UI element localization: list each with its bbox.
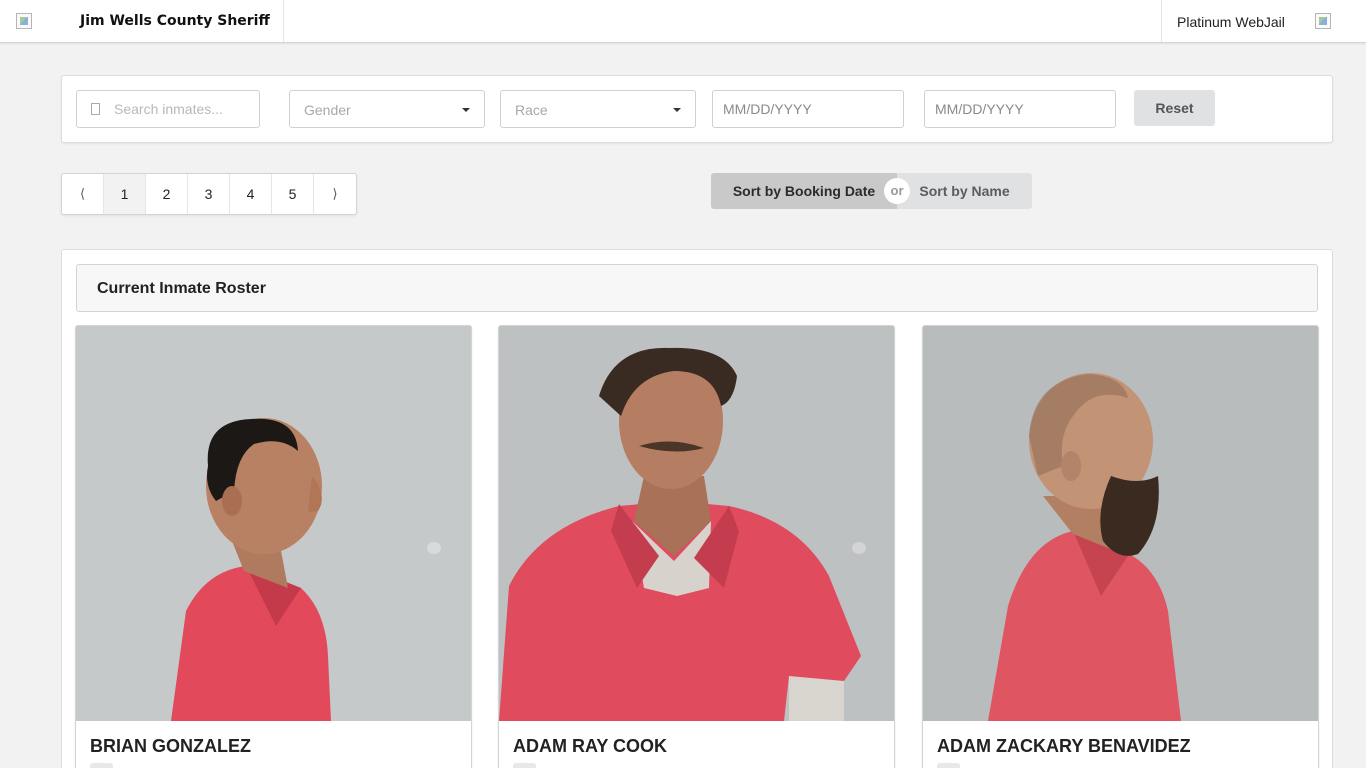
sort-by-name-button[interactable]: Sort by Name [897,173,1032,209]
inmate-name[interactable]: BRIAN GONZALEZ [90,736,251,757]
mugshot-profile-illustration [923,326,1318,721]
inmate-name[interactable]: ADAM RAY COOK [513,736,667,757]
date-to-field [924,90,1116,128]
page-button[interactable]: 4 [230,174,272,214]
or-divider: or [884,178,910,204]
prev-page-button[interactable]: ⟨ [62,174,104,214]
page-button[interactable]: 3 [188,174,230,214]
booking-id-badge [937,763,961,768]
search-field [76,90,260,128]
booking-id-badge [90,763,114,768]
filter-panel: Gender Race Reset [61,75,1333,143]
page-button[interactable]: 2 [146,174,188,214]
chevron-down-icon [673,108,681,112]
gender-select-label: Gender [304,102,351,118]
gender-select[interactable]: Gender [289,90,485,128]
mugshot-profile-illustration [76,326,471,721]
product-logo-image[interactable] [1315,13,1331,29]
booking-id-badge [513,763,537,768]
inmate-card[interactable]: BRIAN GONZALEZ [75,325,472,768]
inmate-name[interactable]: ADAM ZACKARY BENAVIDEZ [937,736,1191,757]
product-name[interactable]: Platinum WebJail [1177,14,1285,30]
agency-logo-image[interactable] [16,13,32,29]
inmate-card[interactable]: ADAM RAY COOK [498,325,895,768]
roster-header: Current Inmate Roster [76,264,1318,312]
next-page-button[interactable]: ⟩ [314,174,356,214]
inmate-photo[interactable] [923,326,1318,721]
chevron-down-icon [462,108,470,112]
race-select-label: Race [515,102,548,118]
date-from-input[interactable] [713,91,903,127]
agency-name[interactable]: Jim Wells County Sheriff [80,13,270,29]
inmate-card[interactable]: ADAM ZACKARY BENAVIDEZ [922,325,1319,768]
nav-divider [283,0,284,42]
inmate-photo[interactable] [499,326,894,721]
search-input[interactable] [77,91,259,127]
sort-by-booking-date-button[interactable]: Sort by Booking Date [711,173,897,209]
mugshot-front-illustration [499,326,894,721]
inmate-photo[interactable] [76,326,471,721]
reset-button[interactable]: Reset [1134,90,1215,126]
roster-title: Current Inmate Roster [97,280,266,297]
date-from-field [712,90,904,128]
race-select[interactable]: Race [500,90,696,128]
page-button[interactable]: 5 [272,174,314,214]
top-navbar: Jim Wells County Sheriff Platinum WebJai… [0,0,1366,43]
nav-divider [1161,0,1162,42]
page-button[interactable]: 1 [104,174,146,214]
pagination: ⟨ 1 2 3 4 5 ⟩ [61,173,357,215]
date-to-input[interactable] [925,91,1115,127]
